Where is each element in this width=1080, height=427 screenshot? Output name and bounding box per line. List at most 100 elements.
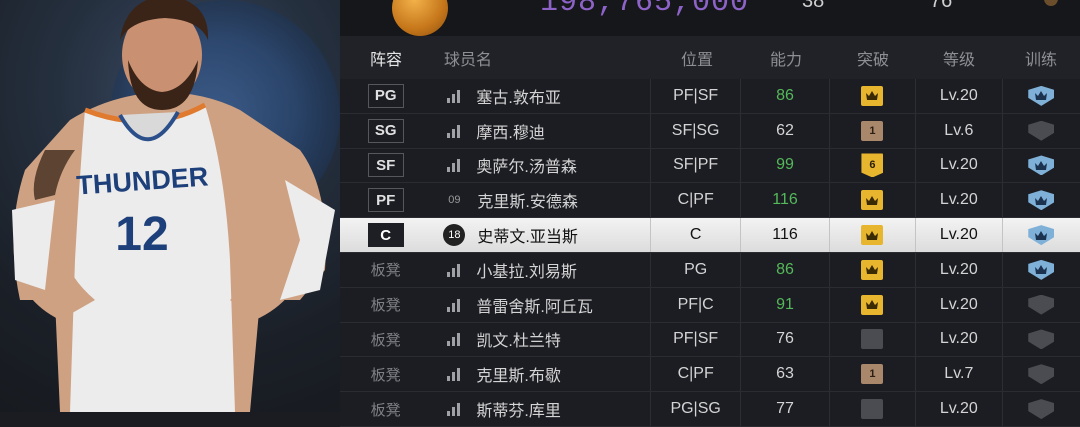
header-lineup[interactable]: 阵容 (340, 36, 432, 79)
training-cell[interactable] (1001, 287, 1080, 322)
player-name: 克里斯.布歇 (476, 368, 561, 386)
ability-cell: 116 (740, 218, 828, 252)
player-name: 摩西.穆迪 (476, 124, 545, 142)
slot-badge: C (367, 223, 404, 248)
breakthrough-crown-icon (861, 294, 884, 315)
breakthrough-cell (828, 218, 915, 252)
level-cell: Lv.20 (915, 392, 1001, 426)
position-cell: SF|PF (649, 148, 740, 183)
roster-table: 阵容 球员名 位置 能力 突破 等级 训练 PG 塞古.敦布亚 PF|SF 86… (340, 36, 1080, 427)
ability-cell: 77 (740, 392, 828, 426)
table-row[interactable]: 板凳 克里斯.布歇 C|PF 63 1 Lv.7 (340, 357, 1080, 393)
position-cell: C|PF (649, 357, 740, 392)
basketball-icon (392, 0, 448, 36)
position-cell: PG (649, 252, 740, 287)
slot-badge: PG (367, 83, 404, 108)
level-cell: Lv.20 (915, 287, 1001, 322)
table-row[interactable]: SF 奥萨尔.汤普森 SF|PF 99 6 Lv.20 (340, 148, 1080, 184)
jersey-number-badge: 18 (443, 224, 466, 247)
training-shield-icon (1028, 155, 1055, 176)
training-cell[interactable] (1001, 183, 1080, 218)
player-name: 小基拉.刘易斯 (476, 263, 577, 281)
training-shield-empty-icon (1028, 120, 1055, 141)
training-cell[interactable] (1001, 79, 1080, 113)
ability-cell: 116 (740, 183, 828, 218)
signal-bars-icon (447, 367, 461, 382)
level-cell: Lv.20 (915, 322, 1001, 357)
name-cell: 09 克里斯.安德森 (431, 183, 650, 217)
training-cell[interactable] (1001, 322, 1080, 357)
table-row[interactable]: 板凳 凯文.杜兰特 PF|SF 76 Lv.20 (340, 322, 1080, 358)
slot-label: 板凳 (370, 366, 401, 384)
slot-cell: 板凳 (340, 253, 431, 287)
top-stat-a: 38 (802, 0, 825, 12)
training-cell[interactable] (1001, 113, 1080, 148)
slot-cell: SG (340, 114, 431, 148)
breakthrough-empty-icon (861, 399, 884, 420)
table-row[interactable]: 板凳 斯蒂芬.库里 PG|SG 77 Lv.20 (340, 392, 1080, 427)
training-shield-empty-icon (1028, 294, 1055, 315)
signal-bars-icon (447, 158, 461, 173)
ability-cell: 91 (740, 287, 828, 322)
level-cell: Lv.20 (915, 148, 1001, 183)
table-row[interactable]: PG 塞古.敦布亚 PF|SF 86 Lv.20 (340, 79, 1080, 114)
jersey-number-badge: 09 (448, 194, 461, 207)
breakthrough-cell: 1 (828, 113, 915, 148)
breakthrough-cell (828, 392, 915, 426)
player-name: 克里斯.安德森 (477, 194, 578, 212)
position-cell: C|PF (649, 183, 740, 218)
header-level: 等级 (942, 51, 975, 69)
ability-cell: 62 (740, 113, 828, 148)
level-cell: Lv.6 (915, 113, 1001, 148)
slot-cell: SF (340, 149, 431, 183)
signal-bars-icon (447, 298, 461, 312)
table-row[interactable]: 板凳 小基拉.刘易斯 PG 86 Lv.20 (340, 252, 1080, 288)
player-name: 普雷舍斯.阿丘瓦 (476, 298, 593, 316)
training-shield-empty-icon (1028, 364, 1055, 385)
slot-label: 板凳 (370, 401, 401, 419)
position-cell: C (649, 218, 740, 252)
slot-cell: 板凳 (340, 357, 431, 391)
header-ability: 能力 (769, 51, 802, 69)
breakthrough-cell: 6 (828, 148, 915, 183)
level-cell: Lv.7 (915, 357, 1001, 392)
training-cell[interactable] (1001, 252, 1080, 287)
player-name: 塞古.敦布亚 (476, 89, 561, 107)
training-cell[interactable] (1001, 357, 1080, 392)
table-header: 阵容 球员名 位置 能力 突破 等级 训练 (340, 36, 1080, 79)
name-cell: 摩西.穆迪 (431, 114, 650, 148)
breakthrough-empty-icon (861, 329, 884, 350)
player-portrait-panel: THUNDER 12 (0, 0, 340, 412)
player-name: 奥萨尔.汤普森 (476, 159, 577, 177)
training-shield-empty-icon (1028, 329, 1055, 350)
table-row[interactable]: SG 摩西.穆迪 SF|SG 62 1 Lv.6 (340, 113, 1080, 149)
top-stat-b: 76 (930, 0, 953, 12)
training-cell[interactable] (1001, 218, 1080, 252)
training-cell[interactable] (1001, 148, 1080, 183)
breakthrough-cell (828, 322, 915, 357)
name-cell: 塞古.敦布亚 (431, 79, 650, 113)
breakthrough-level-badge: 1 (861, 364, 884, 385)
training-cell[interactable] (1001, 392, 1080, 426)
ability-cell: 76 (740, 322, 828, 357)
money-amount: 198,765,000 (540, 0, 750, 20)
level-cell: Lv.20 (915, 183, 1001, 218)
breakthrough-level-badge: 1 (861, 120, 884, 141)
ability-cell: 86 (740, 252, 828, 287)
level-cell: Lv.20 (915, 218, 1001, 252)
table-row[interactable]: C 18 史蒂文.亚当斯 C 116 Lv.20 (340, 218, 1080, 253)
breakthrough-crown-icon (861, 190, 884, 211)
jersey-number-text: 12 (115, 208, 168, 261)
signal-bars-icon (447, 402, 461, 417)
signal-bars-icon (447, 89, 461, 103)
breakthrough-cell (828, 287, 915, 322)
level-cell: Lv.20 (915, 79, 1001, 113)
table-row[interactable]: 板凳 普雷舍斯.阿丘瓦 PF|C 91 Lv.20 (340, 287, 1080, 323)
name-cell: 奥萨尔.汤普森 (431, 149, 650, 183)
header-training: 训练 (1024, 51, 1057, 69)
table-row[interactable]: PF 09 克里斯.安德森 C|PF 116 Lv.20 (340, 183, 1080, 219)
slot-label: 板凳 (370, 262, 401, 280)
signal-bars-icon (447, 263, 461, 277)
name-cell: 小基拉.刘易斯 (431, 253, 650, 287)
slot-badge: SF (367, 153, 404, 178)
